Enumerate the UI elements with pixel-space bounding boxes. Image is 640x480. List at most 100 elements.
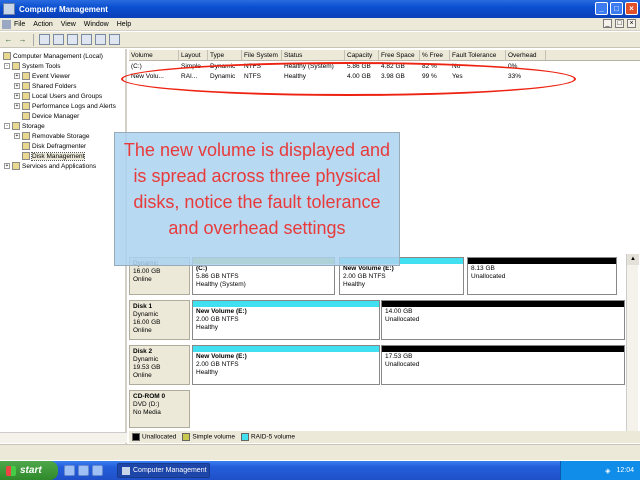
tree-item[interactable]: + Performance Logs and Alerts xyxy=(14,101,116,111)
tree-item[interactable]: + Local Users and Groups xyxy=(14,91,102,101)
disk-info-line: Online xyxy=(133,327,152,334)
partition-unallocated[interactable]: 17.53 GB Unallocated xyxy=(381,345,625,385)
help-icon[interactable] xyxy=(81,34,92,45)
tree-item[interactable]: + Event Viewer xyxy=(14,71,70,81)
tree-node-icon xyxy=(22,82,30,90)
ie-icon[interactable] xyxy=(64,465,75,476)
column-header[interactable]: Overhead xyxy=(506,50,546,60)
disk-name: CD-ROM 0 xyxy=(133,393,166,400)
collapse-icon[interactable]: - xyxy=(4,63,10,69)
column-header[interactable]: Volume xyxy=(129,50,179,60)
column-header[interactable]: Layout xyxy=(179,50,208,60)
partition-raid5[interactable]: New Volume (E:) 2.00 GB NTFS Healthy xyxy=(192,345,380,385)
disk-label[interactable]: Disk 1 Dynamic 16.00 GB Online xyxy=(129,300,190,340)
expand-icon[interactable]: + xyxy=(14,133,20,139)
status-bar xyxy=(0,444,640,460)
show-hide-tree-icon[interactable] xyxy=(53,34,64,45)
start-button[interactable]: start xyxy=(0,461,58,480)
tree-item-label: Shared Folders xyxy=(32,82,77,90)
disk-info-line: 19.53 GB xyxy=(133,364,161,371)
tree-item[interactable]: + Removable Storage xyxy=(14,131,89,141)
tree-item[interactable]: + Services and Applications xyxy=(4,161,96,171)
mdi-minimize-button[interactable]: _ xyxy=(603,19,612,28)
menu-help[interactable]: Help xyxy=(117,21,131,28)
tree-node-icon xyxy=(12,62,20,70)
close-button[interactable]: × xyxy=(625,2,638,15)
export-icon[interactable] xyxy=(109,34,120,45)
mdi-close-button[interactable]: × xyxy=(627,19,636,28)
column-header[interactable]: Fault Tolerance xyxy=(450,50,506,60)
refresh-icon[interactable] xyxy=(95,34,106,45)
mdi-restore-button[interactable]: □ xyxy=(615,19,624,28)
partition-detail: 14.00 GB xyxy=(385,308,413,315)
column-header[interactable]: File System xyxy=(242,50,282,60)
tree-item[interactable]: - Storage xyxy=(4,121,45,131)
toolbar: ← → xyxy=(0,32,640,48)
console-icon[interactable] xyxy=(2,19,11,29)
taskbar-computer-management[interactable]: Computer Management xyxy=(117,463,210,478)
partition-detail: 8.13 GB xyxy=(471,265,495,272)
partition-raid5[interactable]: New Volume (E:) 2.00 GB NTFS Healthy xyxy=(192,300,380,340)
column-header[interactable]: Capacity xyxy=(345,50,379,60)
partition-color-bar xyxy=(468,258,616,264)
scroll-up-arrow[interactable]: ▲ xyxy=(627,254,639,265)
callout-text: The new volume is displayed and is sprea… xyxy=(123,140,391,238)
expand-icon[interactable]: + xyxy=(14,83,20,89)
tree-horizontal-scrollbar[interactable] xyxy=(0,432,127,443)
clock[interactable]: 12:04 xyxy=(616,467,634,474)
tree-item-label: Performance Logs and Alerts xyxy=(32,102,116,110)
expand-icon[interactable]: + xyxy=(14,73,20,79)
disk-info-line: Online xyxy=(133,372,152,379)
partition-detail: 2.00 GB NTFS xyxy=(343,273,386,280)
quick-launch xyxy=(64,465,103,476)
mdi-controls: _ □ × xyxy=(603,19,636,28)
collapse-icon[interactable]: - xyxy=(4,123,10,129)
tree-root[interactable]: Computer Management (Local) xyxy=(3,51,103,61)
computer-management-icon xyxy=(3,3,15,15)
tree-item[interactable]: - System Tools xyxy=(4,61,61,71)
annotation-callout: The new volume is displayed and is sprea… xyxy=(114,132,400,266)
tree-item-label: Storage xyxy=(22,122,45,130)
expand-icon[interactable]: + xyxy=(14,103,20,109)
disk-label[interactable]: Disk 2 Dynamic 19.53 GB Online xyxy=(129,345,190,385)
up-level-icon[interactable] xyxy=(39,34,50,45)
disk-info-line: Online xyxy=(133,276,152,283)
disk-view-vertical-scrollbar[interactable]: ▲ xyxy=(626,254,639,431)
system-tray: ◈ 12:04 xyxy=(560,461,640,480)
taskbar: start Computer Management EN ◈ 12:04 xyxy=(0,461,640,480)
disk-label[interactable]: CD-ROM 0 DVD (D:) No Media xyxy=(129,390,190,428)
menu-view[interactable]: View xyxy=(61,21,76,28)
column-header[interactable]: % Free xyxy=(420,50,450,60)
expand-icon[interactable]: + xyxy=(4,163,10,169)
partition-unallocated[interactable]: 14.00 GB Unallocated xyxy=(381,300,625,340)
column-header[interactable]: Status xyxy=(282,50,345,60)
back-button[interactable]: ← xyxy=(3,34,14,45)
show-desktop-icon[interactable] xyxy=(92,465,103,476)
column-header[interactable]: Type xyxy=(208,50,242,60)
properties-icon[interactable] xyxy=(67,34,78,45)
expand-icon[interactable]: + xyxy=(14,93,20,99)
tree-item[interactable]: Device Manager xyxy=(14,111,79,121)
column-header[interactable]: Free Space xyxy=(379,50,420,60)
minimize-button[interactable]: _ xyxy=(595,2,608,15)
tree-item[interactable]: Disk Defragmenter xyxy=(14,141,86,151)
menu-action[interactable]: Action xyxy=(33,21,52,28)
partition-name: New Volume (E:) xyxy=(196,308,247,315)
maximize-button[interactable]: □ xyxy=(610,2,623,15)
tree-node-icon xyxy=(12,122,20,130)
windows-logo-icon xyxy=(6,465,16,476)
network-icon[interactable]: ◈ xyxy=(605,467,610,475)
partition-detail: 2.00 GB NTFS xyxy=(196,316,239,323)
partition-unallocated[interactable]: 8.13 GB Unallocated xyxy=(467,257,617,295)
partition-color-bar xyxy=(193,346,379,352)
window-title: Computer Management xyxy=(19,4,108,14)
media-player-icon[interactable] xyxy=(78,465,89,476)
menu-window[interactable]: Window xyxy=(84,21,109,28)
tree-item-label: Event Viewer xyxy=(32,72,71,80)
menu-file[interactable]: File xyxy=(14,21,25,28)
tree-item[interactable]: Disk Management xyxy=(14,151,86,161)
forward-button[interactable]: → xyxy=(17,34,28,45)
tree-item[interactable]: + Shared Folders xyxy=(14,81,76,91)
start-label: start xyxy=(20,465,42,476)
